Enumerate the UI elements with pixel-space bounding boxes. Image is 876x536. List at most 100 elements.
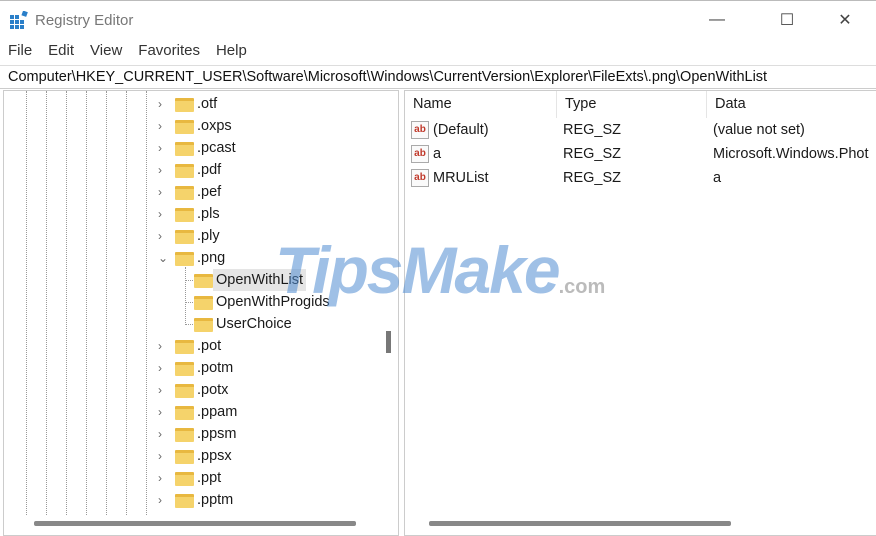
chevron-right-icon[interactable]: › xyxy=(158,137,162,159)
folder-icon xyxy=(175,120,194,134)
value-data: a xyxy=(713,170,722,186)
address-bar[interactable]: Computer\HKEY_CURRENT_USER\Software\Micr… xyxy=(0,65,876,89)
menu-bar: File Edit View Favorites Help xyxy=(0,40,255,62)
tree-guide-line xyxy=(185,324,193,325)
value-name: MRUList xyxy=(433,170,489,186)
column-header-type[interactable]: Type xyxy=(557,91,707,118)
tree-item-label: .ppt xyxy=(197,470,222,486)
chevron-right-icon[interactable]: › xyxy=(158,467,162,489)
tree-item[interactable]: › .potx xyxy=(4,379,382,401)
chevron-right-icon[interactable]: › xyxy=(158,357,162,379)
folder-icon xyxy=(175,164,194,178)
tree-item-label: .png xyxy=(197,250,226,266)
tree-item-label: .pdf xyxy=(197,162,222,178)
value-name: (Default) xyxy=(433,122,489,138)
window-title: Registry Editor xyxy=(35,12,134,29)
chevron-right-icon[interactable]: › xyxy=(158,159,162,181)
tree-item[interactable]: OpenWithProgids xyxy=(4,291,382,313)
key-tree: › .otf › .oxps › .pcast › .pdf › .pef › .pls › .ply ⌄.… xyxy=(3,90,399,536)
list-horizontal-scrollbar[interactable] xyxy=(429,521,731,526)
chevron-right-icon[interactable]: › xyxy=(158,203,162,225)
folder-icon xyxy=(175,428,194,442)
chevron-right-icon[interactable]: › xyxy=(158,445,162,467)
value-row[interactable]: ab (Default) REG_SZ (value not set) xyxy=(405,118,876,142)
value-type: REG_SZ xyxy=(563,170,622,186)
folder-icon xyxy=(175,406,194,420)
value-row[interactable]: ab a REG_SZ Microsoft.Windows.Phot xyxy=(405,142,876,166)
tree-item-label: .pot xyxy=(197,338,222,354)
chevron-right-icon[interactable]: › xyxy=(158,115,162,137)
tree-item-label: UserChoice xyxy=(216,316,292,332)
tree-item-label: .ppsm xyxy=(197,426,237,442)
values-list: Name Type Data ab (Default) REG_SZ (valu… xyxy=(404,90,876,536)
tree-item-label: OpenWithList xyxy=(213,269,307,291)
tree-item[interactable]: UserChoice xyxy=(4,313,382,335)
title-bar: Registry Editor — ☐ ✕ xyxy=(0,0,876,38)
minimize-button[interactable]: — xyxy=(694,5,740,35)
tree-guide-line xyxy=(185,302,193,303)
value-row[interactable]: ab MRUList REG_SZ a xyxy=(405,166,876,190)
tree-item[interactable]: › .ppam xyxy=(4,401,382,423)
tree-item[interactable]: OpenWithList xyxy=(4,269,382,291)
chevron-right-icon[interactable]: › xyxy=(158,489,162,511)
tree-item-label: OpenWithProgids xyxy=(216,294,330,310)
folder-icon xyxy=(175,384,194,398)
folder-icon xyxy=(194,318,213,332)
string-value-icon: ab xyxy=(411,121,429,139)
value-data: Microsoft.Windows.Phot xyxy=(713,146,869,162)
folder-icon xyxy=(175,186,194,200)
chevron-right-icon[interactable]: › xyxy=(158,401,162,423)
column-header-data[interactable]: Data xyxy=(707,91,876,118)
tree-item-label: .pcast xyxy=(197,140,236,156)
tree-item[interactable]: ⌄ .png xyxy=(4,247,382,269)
menu-help[interactable]: Help xyxy=(208,40,255,62)
tree-item[interactable]: › .pef xyxy=(4,181,382,203)
string-value-icon: ab xyxy=(411,169,429,187)
chevron-right-icon[interactable]: › xyxy=(158,181,162,203)
tree-item[interactable]: › .otf xyxy=(4,93,382,115)
tree-vertical-scrollbar[interactable] xyxy=(386,331,391,353)
tree-item[interactable]: › .pptm xyxy=(4,489,382,511)
chevron-right-icon[interactable]: › xyxy=(158,379,162,401)
registry-editor-icon xyxy=(10,11,28,29)
tree-item-label: .oxps xyxy=(197,118,232,134)
close-button[interactable]: ✕ xyxy=(822,5,868,35)
folder-icon xyxy=(175,340,194,354)
tree-item-label: .otf xyxy=(197,96,218,112)
chevron-right-icon[interactable]: › xyxy=(158,335,162,357)
tree-item[interactable]: › .ppsx xyxy=(4,445,382,467)
folder-icon xyxy=(194,296,213,310)
column-header-name[interactable]: Name xyxy=(405,91,557,118)
tree-item[interactable]: › .oxps xyxy=(4,115,382,137)
folder-icon xyxy=(175,252,194,266)
tree-item[interactable]: › .pcast xyxy=(4,137,382,159)
tree-item[interactable]: › .ply xyxy=(4,225,382,247)
tree-guide-line xyxy=(185,280,193,281)
tree-horizontal-scrollbar[interactable] xyxy=(34,521,356,526)
menu-view[interactable]: View xyxy=(82,40,130,62)
chevron-down-icon[interactable]: ⌄ xyxy=(158,247,168,269)
folder-icon xyxy=(175,208,194,222)
menu-file[interactable]: File xyxy=(0,40,40,62)
tree-item[interactable]: › .potm xyxy=(4,357,382,379)
folder-icon xyxy=(194,274,213,288)
tree-item-label: .pef xyxy=(197,184,222,200)
folder-icon xyxy=(175,362,194,376)
menu-edit[interactable]: Edit xyxy=(40,40,82,62)
folder-icon xyxy=(175,472,194,486)
chevron-right-icon[interactable]: › xyxy=(158,93,162,115)
tree-item[interactable]: › .pot xyxy=(4,335,382,357)
tree-item[interactable]: › .pdf xyxy=(4,159,382,181)
tree-item-label: .pptm xyxy=(197,492,234,508)
tree-item[interactable]: › .ppt xyxy=(4,467,382,489)
chevron-right-icon[interactable]: › xyxy=(158,225,162,247)
chevron-right-icon[interactable]: › xyxy=(158,423,162,445)
maximize-button[interactable]: ☐ xyxy=(764,5,810,35)
tree-item[interactable]: › .ppsm xyxy=(4,423,382,445)
value-data: (value not set) xyxy=(713,122,805,138)
folder-icon xyxy=(175,98,194,112)
folder-icon xyxy=(175,230,194,244)
value-name: a xyxy=(433,146,442,162)
tree-item[interactable]: › .pls xyxy=(4,203,382,225)
menu-favorites[interactable]: Favorites xyxy=(130,40,208,62)
